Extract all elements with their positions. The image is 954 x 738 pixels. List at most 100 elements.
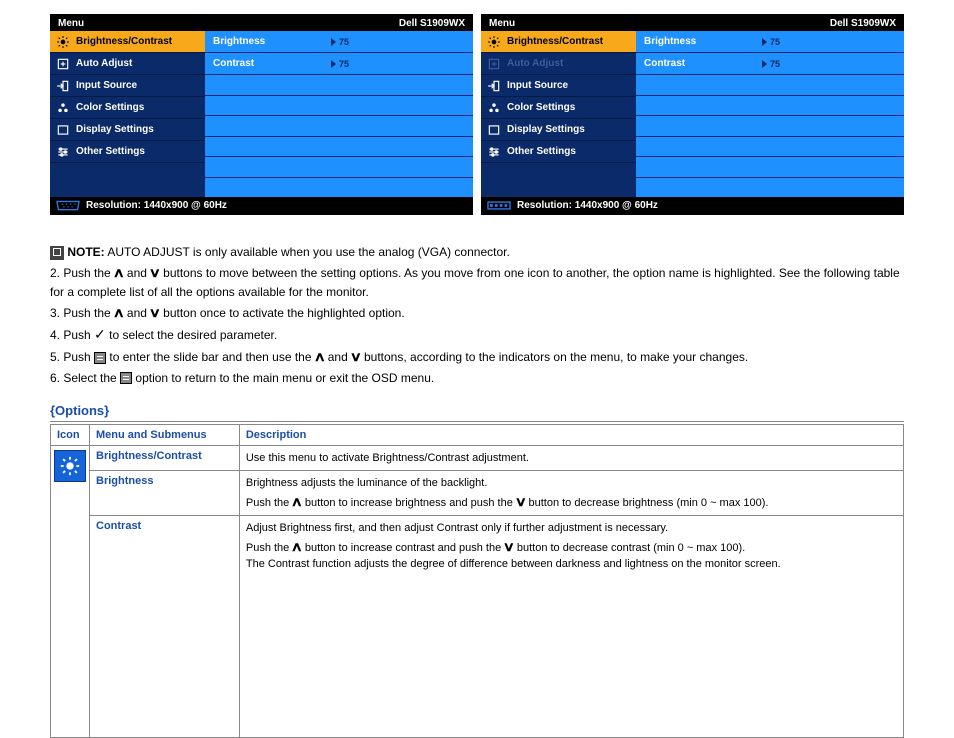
menu-brightness-contrast[interactable]: Brightness/Contrast: [50, 31, 205, 53]
display-settings-icon: [56, 123, 70, 137]
menu-other-settings[interactable]: Other Settings: [481, 141, 636, 163]
arrow-down-icon: ∨: [514, 492, 526, 512]
menu-label: Brightness/Contrast: [76, 36, 172, 47]
row-desc: Adjust Brightness first, and then adjust…: [239, 516, 903, 738]
step4-end: to select the desired parameter.: [109, 328, 277, 342]
submenu-contrast[interactable]: Contrast 75: [636, 53, 904, 75]
submenu-brightness[interactable]: Brightness 75: [205, 31, 473, 53]
menu-input-source[interactable]: Input Source: [481, 75, 636, 97]
separator: [50, 421, 904, 422]
submenu-brightness[interactable]: Brightness 75: [636, 31, 904, 53]
color-settings-icon: [56, 101, 70, 115]
col-icon: Icon: [51, 424, 90, 445]
arrow-up-icon: ∧: [291, 492, 303, 512]
menu-color-settings[interactable]: Color Settings: [50, 97, 205, 119]
table-row: Brightness/Contrast Use this menu to act…: [51, 445, 904, 471]
step6-end: option to return to the main menu or exi…: [135, 371, 434, 385]
menu-label: Auto Adjust: [507, 58, 563, 69]
menu-label: Auto Adjust: [76, 58, 132, 69]
arrow-up-icon: ∧: [113, 263, 125, 283]
input-source-icon: [56, 79, 70, 93]
submenu-label: Brightness: [644, 36, 754, 47]
submenu-label: Brightness: [213, 36, 323, 47]
resolution-text: Resolution: 1440x900 @ 60Hz: [517, 200, 658, 211]
contrast-intro: Adjust Brightness first, and then adjust…: [246, 520, 897, 537]
display-settings-icon: [487, 123, 501, 137]
brightness-icon: [56, 35, 70, 49]
menu-label: Input Source: [507, 80, 568, 91]
submenu-label: Contrast: [644, 58, 754, 69]
col-menu: Menu and Submenus: [90, 424, 240, 445]
osd-model: Dell S1909WX: [399, 18, 465, 29]
osd-model: Dell S1909WX: [830, 18, 896, 29]
contrast-note: The Contrast function adjusts the degree…: [246, 556, 897, 573]
osd-left-menu: Brightness/Contrast Auto Adjust Input So…: [481, 31, 636, 197]
step5-a: 5. Push: [50, 350, 91, 364]
other-settings-icon: [487, 145, 501, 159]
input-source-icon: [487, 79, 501, 93]
osd-footer: Resolution: 1440x900 @ 60Hz: [50, 197, 473, 215]
note-heading: NOTE:: [67, 245, 104, 259]
osd-menu-title: Menu: [58, 18, 84, 29]
row-icon: [51, 445, 90, 737]
menu-auto-adjust[interactable]: Auto Adjust: [50, 53, 205, 75]
triangle-right-icon: [331, 38, 336, 46]
menu-label: Color Settings: [76, 102, 144, 113]
arrow-down-icon: ∨: [149, 263, 161, 283]
triangle-right-icon: [331, 60, 336, 68]
menu-button-icon: [94, 352, 106, 364]
table-row: Brightness Brightness adjusts the lumina…: [51, 471, 904, 516]
submenu-contrast[interactable]: Contrast 75: [205, 53, 473, 75]
vga-connector-icon: [54, 200, 82, 211]
menu-color-settings[interactable]: Color Settings: [481, 97, 636, 119]
step5-b: to enter the slide bar and then use the: [109, 350, 311, 364]
osd-dvi: Menu Dell S1909WX Brightness/Contrast Au…: [481, 14, 904, 215]
arrow-up-icon: ∧: [291, 537, 303, 557]
brightness-intro: Brightness adjusts the luminance of the …: [246, 475, 897, 492]
note-intro: AUTO ADJUST is only available when you u…: [107, 245, 509, 259]
osd-screenshots-pair: Menu Dell S1909WX Brightness/Contrast Au…: [50, 14, 904, 215]
menu-input-source[interactable]: Input Source: [50, 75, 205, 97]
menu-brightness-contrast[interactable]: Brightness/Contrast: [481, 31, 636, 53]
row-desc: Brightness adjusts the luminance of the …: [239, 471, 903, 516]
step5-d: buttons, according to the indicators on …: [364, 350, 748, 364]
menu-button-icon: [120, 372, 132, 384]
row-menu: Brightness/Contrast: [90, 445, 240, 471]
menu-label: Other Settings: [507, 146, 576, 157]
step6-a: 6. Select the: [50, 371, 117, 385]
submenu-value: 75: [331, 37, 349, 47]
color-settings-icon: [487, 101, 501, 115]
menu-display-settings[interactable]: Display Settings: [481, 119, 636, 141]
osd-right-panel: Brightness 75 Contrast 75: [636, 31, 904, 197]
options-header: {Options}: [50, 403, 904, 418]
step3-a: 3. Push the: [50, 306, 111, 320]
arrow-down-icon: ∨: [503, 537, 515, 557]
triangle-right-icon: [762, 38, 767, 46]
menu-label: Brightness/Contrast: [507, 36, 603, 47]
auto-adjust-icon: [487, 57, 501, 71]
osd-right-panel: Brightness 75 Contrast 75: [205, 31, 473, 197]
brightness-icon: [487, 35, 501, 49]
osd-left-menu: Brightness/Contrast Auto Adjust Input So…: [50, 31, 205, 197]
step2-end: buttons to move between the setting opti…: [50, 266, 900, 299]
row-submenu: Contrast: [90, 516, 240, 738]
step2-a: 2. Push the: [50, 266, 111, 280]
dvi-connector-icon: [485, 200, 513, 211]
menu-label: Color Settings: [507, 102, 575, 113]
step2-mid: and: [127, 266, 147, 280]
table-row: Contrast Adjust Brightness first, and th…: [51, 516, 904, 738]
step3-mid: and: [127, 306, 147, 320]
row-desc: Use this menu to activate Brightness/Con…: [239, 445, 903, 471]
submenu-label: Contrast: [213, 58, 323, 69]
osd-footer: Resolution: 1440x900 @ 60Hz: [481, 197, 904, 215]
step5-c: and: [328, 350, 348, 364]
arrow-down-icon: ∨: [350, 347, 362, 367]
resolution-text: Resolution: 1440x900 @ 60Hz: [86, 200, 227, 211]
options-table: Icon Menu and Submenus Description Brigh…: [50, 424, 904, 738]
checkmark-icon: ✓: [94, 326, 106, 342]
menu-other-settings[interactable]: Other Settings: [50, 141, 205, 163]
menu-display-settings[interactable]: Display Settings: [50, 119, 205, 141]
auto-adjust-icon: [56, 57, 70, 71]
menu-auto-adjust-disabled: Auto Adjust: [481, 53, 636, 75]
col-desc: Description: [239, 424, 903, 445]
